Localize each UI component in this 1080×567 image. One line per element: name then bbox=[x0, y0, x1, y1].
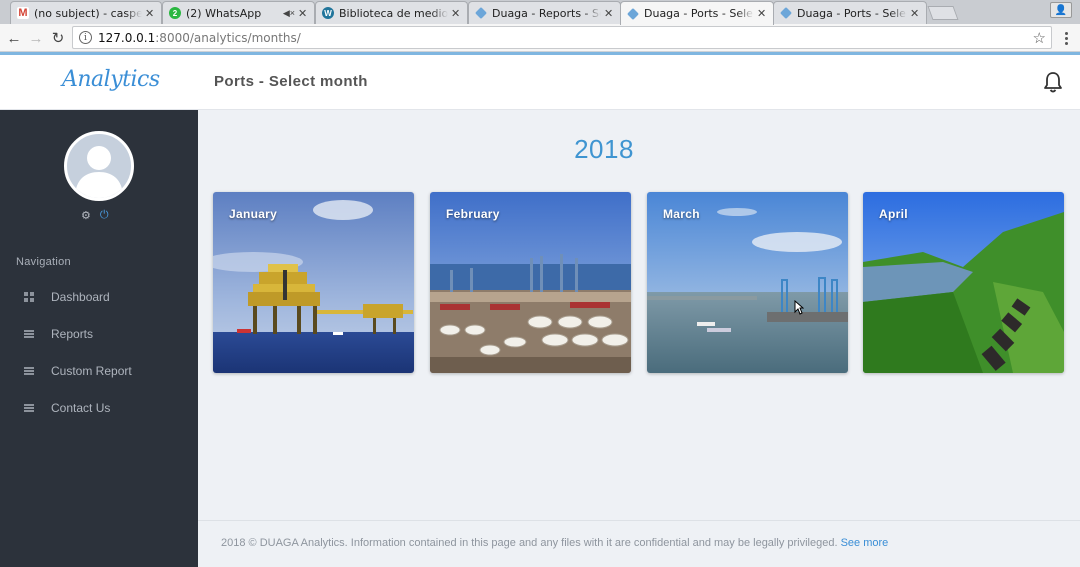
sidebar-item-label: Reports bbox=[51, 327, 94, 341]
new-tab-button[interactable] bbox=[927, 6, 959, 20]
close-tab-icon[interactable]: ✕ bbox=[910, 7, 920, 20]
whatsapp-icon: 2 bbox=[169, 7, 181, 19]
duaga-icon bbox=[780, 7, 792, 19]
browser-tab-duaga-ports-active[interactable]: Duaga - Ports - Select ✕ bbox=[620, 1, 774, 25]
browser-tab-gmail[interactable]: M (no subject) - casper1s ✕ bbox=[10, 1, 162, 24]
brand-logo[interactable]: Analytics bbox=[62, 67, 160, 92]
profile-icon[interactable]: 👤 bbox=[1050, 2, 1072, 18]
month-card-march[interactable]: March bbox=[647, 192, 848, 373]
duaga-icon bbox=[627, 7, 639, 20]
tab-title: (2) WhatsApp bbox=[186, 6, 262, 20]
gear-icon[interactable]: ⚙ bbox=[81, 209, 91, 222]
sidebar-item-label: Dashboard bbox=[51, 290, 110, 304]
dashboard-icon bbox=[24, 292, 34, 302]
nav-heading: Navigation bbox=[16, 256, 71, 268]
tab-title: Biblioteca de medios ‹ bbox=[339, 6, 448, 20]
app-header: Analytics Ports - Select month bbox=[0, 55, 1080, 110]
year-heading: 2018 bbox=[574, 134, 634, 164]
main-content: 2018 January February March April 2018 ©… bbox=[198, 110, 1080, 567]
browser-tabstrip: M (no subject) - casper1s ✕ 2 (2) WhatsA… bbox=[0, 0, 1080, 25]
tab-title: Duaga - Reports - Sele bbox=[492, 6, 601, 20]
sidebar-item-custom-report[interactable]: Custom Report bbox=[0, 356, 198, 386]
bookmark-star-icon[interactable]: ☆ bbox=[1033, 29, 1046, 47]
url-host: 127.0.0.1 bbox=[98, 30, 156, 45]
power-icon[interactable]: ⏻ bbox=[100, 209, 109, 222]
back-arrow-icon[interactable]: ← bbox=[4, 28, 24, 48]
wordpress-icon: W bbox=[322, 7, 334, 19]
close-tab-icon[interactable]: ✕ bbox=[757, 7, 767, 20]
month-card-january[interactable]: January bbox=[213, 192, 414, 373]
list-icon bbox=[24, 366, 34, 376]
tab-title: Duaga - Ports - Select bbox=[797, 6, 907, 20]
reload-icon[interactable]: ↻ bbox=[48, 28, 68, 48]
sidebar-item-reports[interactable]: Reports bbox=[0, 319, 198, 349]
list-icon bbox=[24, 403, 34, 413]
url-path: :8000/analytics/months/ bbox=[155, 30, 301, 45]
footer: 2018 © DUAGA Analytics. Information cont… bbox=[198, 520, 1080, 567]
browser-tab-wordpress[interactable]: W Biblioteca de medios ‹ ✕ bbox=[315, 1, 468, 24]
sidebar-item-contact-us[interactable]: Contact Us bbox=[0, 393, 198, 423]
month-label: January bbox=[229, 207, 278, 221]
see-more-link[interactable]: See more bbox=[841, 537, 889, 549]
browser-tab-duaga-ports[interactable]: Duaga - Ports - Select ✕ bbox=[773, 1, 927, 24]
month-card-february[interactable]: February bbox=[430, 192, 631, 373]
bell-icon[interactable] bbox=[1043, 71, 1063, 93]
close-tab-icon[interactable]: ✕ bbox=[604, 7, 614, 20]
sidebar-item-dashboard[interactable]: Dashboard bbox=[0, 282, 198, 312]
user-actions: ⚙ ⏻ bbox=[81, 209, 109, 222]
speaker-muted-icon[interactable]: ◀× bbox=[283, 8, 295, 19]
month-label: March bbox=[663, 207, 700, 221]
tab-title: (no subject) - casper1s bbox=[34, 6, 142, 20]
mouse-cursor-icon bbox=[794, 300, 804, 315]
browser-tab-whatsapp[interactable]: 2 (2) WhatsApp ◀× ✕ bbox=[162, 1, 315, 24]
footer-text: 2018 © DUAGA Analytics. Information cont… bbox=[221, 537, 838, 549]
browser-tab-duaga-reports[interactable]: Duaga - Reports - Sele ✕ bbox=[468, 1, 621, 24]
month-label: February bbox=[446, 207, 500, 221]
sidebar: ⚙ ⏻ Navigation Dashboard Reports Custom … bbox=[0, 110, 198, 567]
browser-menu-icon[interactable] bbox=[1058, 28, 1074, 48]
close-tab-icon[interactable]: ✕ bbox=[145, 7, 155, 20]
sidebar-item-label: Custom Report bbox=[51, 364, 132, 378]
tab-title: Duaga - Ports - Select bbox=[644, 7, 754, 20]
address-bar[interactable]: i 127.0.0.1:8000/analytics/months/ ☆ bbox=[72, 26, 1052, 49]
info-icon[interactable]: i bbox=[79, 31, 92, 44]
footer-text-wrap: 2018 © DUAGA Analytics. Information cont… bbox=[221, 537, 888, 549]
gmail-icon: M bbox=[17, 7, 29, 19]
page-title: Ports - Select month bbox=[214, 73, 368, 90]
avatar[interactable] bbox=[64, 131, 134, 201]
browser-toolbar: ← → ↻ i 127.0.0.1:8000/analytics/months/… bbox=[0, 24, 1080, 52]
forward-arrow-icon[interactable]: → bbox=[26, 28, 46, 48]
month-card-april[interactable]: April bbox=[863, 192, 1064, 373]
month-label: April bbox=[879, 207, 908, 221]
close-tab-icon[interactable]: ✕ bbox=[298, 7, 308, 20]
sidebar-item-label: Contact Us bbox=[51, 401, 111, 415]
close-tab-icon[interactable]: ✕ bbox=[451, 7, 461, 20]
duaga-icon bbox=[475, 7, 487, 19]
list-icon bbox=[24, 329, 34, 339]
